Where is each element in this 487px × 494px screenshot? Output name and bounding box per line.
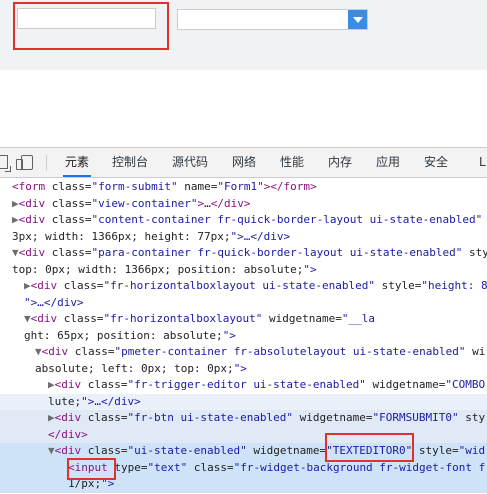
devtools-tabbar: 元素 控制台 源代码 网络 性能 内存 应用 安全 L	[0, 148, 487, 178]
dom-node-row[interactable]: ▶<div class="view-container">…</div>	[0, 196, 487, 213]
dom-node-row[interactable]: absolute; left: 0px; top: 0px;">	[0, 361, 487, 378]
combo-box[interactable]	[177, 9, 368, 30]
tab-application[interactable]: 应用	[376, 148, 400, 177]
tab-performance[interactable]: 性能	[280, 148, 304, 177]
dom-node-row[interactable]: 3px; width: 1366px; height: 77px;">…</di…	[0, 229, 487, 246]
devtools-panel: 元素 控制台 源代码 网络 性能 内存 应用 安全 L <form class=…	[0, 147, 487, 494]
dom-node-row[interactable]: ▶<div class="fr-horizontalboxlayout ui-s…	[0, 278, 487, 295]
inspect-element-icon[interactable]	[0, 155, 11, 172]
tab-console[interactable]: 控制台	[112, 148, 148, 177]
tab-security[interactable]: 安全	[424, 148, 448, 177]
dom-node-row[interactable]: ▶<div class="content-container fr-quick-…	[0, 212, 487, 229]
dom-node-row[interactable]: <form class="form-submit" name="Form1"><…	[0, 179, 487, 196]
tab-network[interactable]: 网络	[232, 148, 256, 177]
dom-node-row[interactable]: ▼<div class="pmeter-container fr-absolut…	[0, 344, 487, 361]
tab-lighthouse[interactable]: L	[479, 148, 486, 177]
chevron-down-icon	[352, 16, 363, 23]
dom-node-row[interactable]: ">…</div>	[0, 295, 487, 312]
dom-node-row[interactable]: <input type="text" class="fr-widget-back…	[0, 459, 487, 476]
toolbar-divider	[46, 155, 47, 170]
tab-elements[interactable]: 元素	[62, 148, 92, 177]
dom-node-row[interactable]: ▶<div class="fr-trigger-editor ui-state-…	[0, 377, 487, 394]
tab-sources[interactable]: 源代码	[172, 148, 208, 177]
dom-node-row[interactable]: lute;">…</div>	[0, 393, 487, 410]
text-editor-input[interactable]	[17, 8, 156, 29]
dom-tree: <form class="form-submit" name="Form1"><…	[0, 178, 487, 494]
dom-node-row[interactable]: </div>	[0, 426, 487, 443]
dom-node-row[interactable]: ▼<div class="para-container fr-quick-bor…	[0, 245, 487, 262]
device-toolbar-icon[interactable]	[16, 155, 33, 170]
dom-node-row[interactable]: ▼<div class="fr-horizontalboxlayout" wid…	[0, 311, 487, 328]
dom-node-row[interactable]: ▶<div class="fr-btn ui-state-enabled" wi…	[0, 410, 487, 427]
dom-node-row[interactable]: 1/px;">	[0, 476, 487, 493]
tab-memory[interactable]: 内存	[328, 148, 352, 177]
dom-node-row[interactable]: top: 0px; width: 1366px; position: absol…	[0, 262, 487, 279]
dom-node-row[interactable]: ght: 65px; position: absolute;">	[0, 328, 487, 345]
dom-node-row[interactable]: ▼<div class="ui-state-enabled" widgetnam…	[0, 443, 487, 460]
page-preview	[0, 0, 487, 70]
combo-dropdown-button[interactable]	[348, 10, 367, 29]
